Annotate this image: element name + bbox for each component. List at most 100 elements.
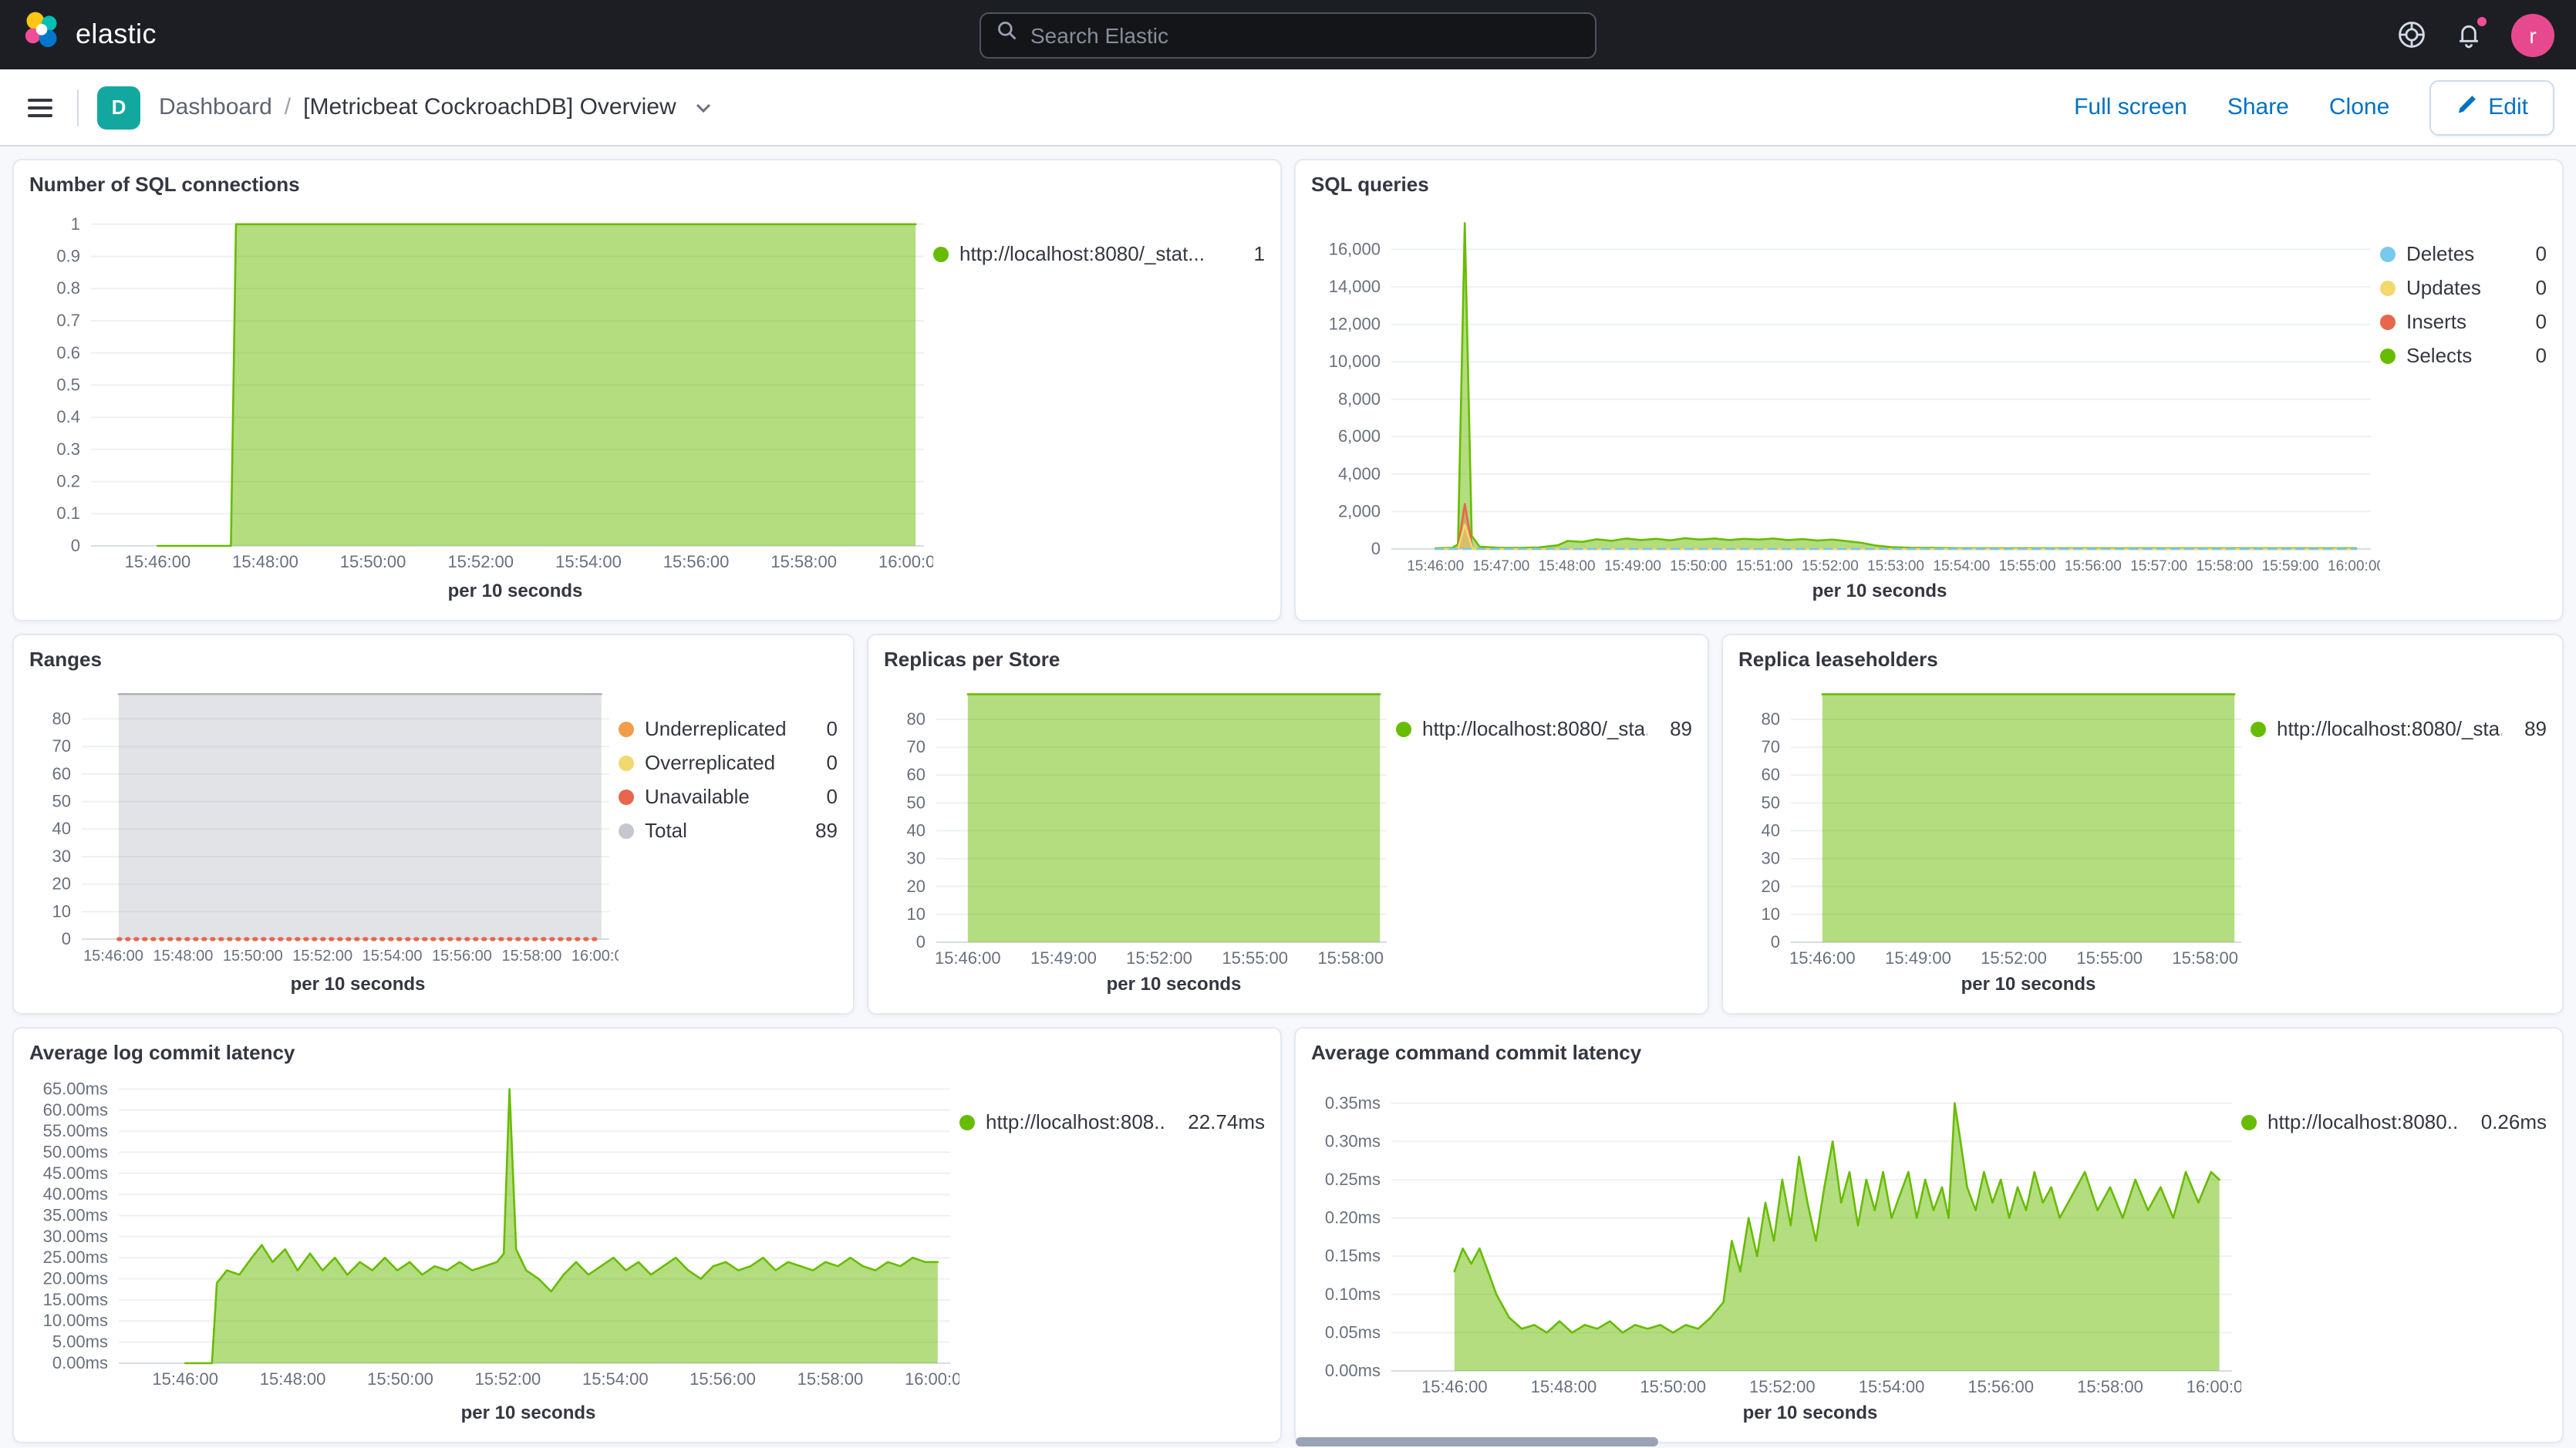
help-icon[interactable] [2397, 20, 2426, 49]
title-chevron-down-icon[interactable] [692, 95, 716, 120]
svg-text:65.00ms: 65.00ms [43, 1079, 108, 1098]
toolbar-actions: Full screen Share Clone Edit [2074, 79, 2554, 135]
svg-text:15:46:00: 15:46:00 [935, 948, 1001, 968]
svg-text:15:54:00: 15:54:00 [1933, 558, 1990, 574]
svg-text:15:56:00: 15:56:00 [690, 1369, 756, 1389]
svg-text:15:50:00: 15:50:00 [367, 1369, 433, 1389]
chart-ranges[interactable]: 0102030405060708015:46:0015:48:0015:50:0… [29, 674, 619, 973]
chart-svg: 0102030405060708015:46:0015:49:0015:52:0… [1738, 674, 2251, 973]
x-axis-title: per 10 seconds [29, 580, 933, 608]
legend-color-dot [1396, 721, 1411, 736]
svg-text:15:47:00: 15:47:00 [1472, 558, 1529, 574]
global-header: elastic r [0, 0, 2576, 69]
chart-svg: 0.00ms5.00ms10.00ms15.00ms20.00ms25.00ms… [29, 1067, 959, 1394]
svg-text:15:50:00: 15:50:00 [1670, 558, 1727, 574]
svg-text:0.35ms: 0.35ms [1325, 1093, 1381, 1113]
legend-color-dot [2380, 280, 2396, 295]
legend-value: 0.26ms [2469, 1110, 2547, 1133]
legend-item[interactable]: http://localhost:8080/_sta...89 [2251, 717, 2547, 740]
svg-text:4,000: 4,000 [1338, 464, 1381, 483]
svg-text:70: 70 [52, 736, 71, 756]
chart-svg: 0102030405060708015:46:0015:48:0015:50:0… [29, 674, 619, 970]
legend-item[interactable]: http://localhost:808...22.74ms [959, 1110, 1265, 1133]
space-avatar[interactable]: D [97, 86, 140, 129]
svg-text:40: 40 [907, 820, 926, 840]
legend-item[interactable]: Unavailable0 [619, 785, 838, 808]
svg-text:70: 70 [907, 737, 926, 756]
legend-item[interactable]: Inserts 0 [2380, 310, 2547, 333]
edit-button-label: Edit [2488, 94, 2528, 120]
svg-text:40.00ms: 40.00ms [43, 1184, 108, 1204]
legend-item[interactable]: http://localhost:8080...0.26ms [2241, 1110, 2547, 1133]
svg-text:0.9: 0.9 [56, 247, 80, 266]
legend-item[interactable]: Overreplicated0 [619, 751, 838, 774]
legend-item[interactable]: Deletes0 [2380, 242, 2547, 265]
svg-text:15:51:00: 15:51:00 [1736, 558, 1793, 574]
chart-average-log-commit-latency[interactable]: 0.00ms5.00ms10.00ms15.00ms20.00ms25.00ms… [29, 1067, 959, 1402]
legend-item[interactable]: http://localhost:8080/_stat...1 [933, 242, 1265, 265]
chart-number-of-sql-connections[interactable]: 00.10.20.30.40.50.60.70.80.9115:46:0015:… [29, 199, 933, 580]
legend-label: Inserts [2406, 310, 2466, 333]
chart-svg: 0.00ms0.05ms0.10ms0.15ms0.20ms0.25ms0.30… [1311, 1067, 2241, 1402]
breadcrumb-separator: / [285, 94, 291, 120]
svg-text:0: 0 [1371, 539, 1381, 558]
legend-value: 0 [2524, 310, 2547, 333]
share-button[interactable]: Share [2227, 94, 2289, 120]
horizontal-scrollbar-thumb[interactable] [1296, 1437, 1658, 1446]
panel-title[interactable]: Ranges [29, 648, 838, 671]
svg-text:0.8: 0.8 [56, 278, 80, 298]
svg-text:15:48:00: 15:48:00 [153, 948, 213, 965]
svg-text:30: 30 [907, 849, 926, 868]
panel-title[interactable]: Replicas per Store [884, 648, 1692, 671]
legend-item[interactable]: Underreplicated0 [619, 717, 838, 740]
svg-text:45.00ms: 45.00ms [43, 1163, 108, 1183]
legend-value: 89 [1657, 717, 1692, 740]
svg-text:0.1: 0.1 [56, 503, 80, 523]
panel-title[interactable]: Average log commit latency [29, 1041, 1265, 1064]
menu-toggle-icon[interactable] [22, 92, 59, 123]
chart-replicas-per-store[interactable]: 0102030405060708015:46:0015:49:0015:52:0… [884, 674, 1396, 973]
svg-text:15:46:00: 15:46:00 [1421, 1377, 1488, 1396]
svg-text:15:58:00: 15:58:00 [2077, 1377, 2143, 1396]
legend-label: http://localhost:808... [986, 1110, 1165, 1133]
svg-text:0: 0 [62, 929, 71, 948]
chart-replica-leaseholders[interactable]: 0102030405060708015:46:0015:49:0015:52:0… [1738, 674, 2251, 973]
clone-button[interactable]: Clone [2329, 94, 2389, 120]
x-axis-title: per 10 seconds [29, 973, 619, 1001]
chart-sql-queries[interactable]: 02,0004,0006,0008,00010,00012,00014,0001… [1311, 199, 2380, 580]
global-search-bar[interactable] [979, 12, 1597, 58]
panel-title[interactable]: Number of SQL connections [29, 173, 1265, 196]
panel-title[interactable]: Average command commit latency [1311, 1041, 2547, 1064]
legend-item[interactable]: Selects0 [2380, 344, 2547, 367]
legend-color-dot [619, 823, 634, 838]
svg-text:15:50:00: 15:50:00 [340, 552, 406, 571]
svg-text:5.00ms: 5.00ms [52, 1332, 108, 1352]
svg-text:16:00:00: 16:00:00 [2328, 558, 2380, 574]
search-input[interactable] [1030, 22, 1580, 47]
user-avatar[interactable]: r [2511, 13, 2554, 56]
legend-value: 0 [2524, 242, 2547, 265]
svg-text:12,000: 12,000 [1329, 315, 1381, 334]
svg-text:10: 10 [1762, 904, 1780, 924]
notifications-bell-icon[interactable] [2454, 20, 2483, 49]
legend-item[interactable]: Updates0 [2380, 276, 2547, 299]
svg-text:0.6: 0.6 [56, 343, 80, 362]
svg-text:10,000: 10,000 [1329, 352, 1381, 371]
legend-item[interactable]: Total89 [619, 819, 838, 842]
legend: Underreplicated0 Overreplicated0 Unavailab… [619, 674, 838, 1001]
x-axis-title: per 10 seconds [1311, 1402, 2241, 1429]
edit-button[interactable]: Edit [2429, 79, 2554, 135]
svg-text:0: 0 [916, 932, 926, 951]
chart-average-command-commit-latency[interactable]: 0.00ms0.05ms0.10ms0.15ms0.20ms0.25ms0.30… [1311, 1067, 2241, 1402]
panel-title[interactable]: SQL queries [1311, 173, 2547, 196]
legend-item[interactable]: http://localhost:8080/_sta...89 [1396, 717, 1692, 740]
panel-title[interactable]: Replica leaseholders [1738, 648, 2547, 671]
breadcrumb-dashboard[interactable]: Dashboard [159, 94, 272, 120]
svg-text:15:48:00: 15:48:00 [1539, 558, 1596, 574]
svg-text:60: 60 [1762, 765, 1780, 784]
full-screen-button[interactable]: Full screen [2074, 94, 2187, 120]
notification-badge-dot [2476, 15, 2488, 28]
svg-text:15:58:00: 15:58:00 [797, 1369, 864, 1389]
elastic-brand[interactable]: elastic [22, 11, 157, 59]
legend: http://localhost:8080/_stat...1 [933, 199, 1265, 608]
